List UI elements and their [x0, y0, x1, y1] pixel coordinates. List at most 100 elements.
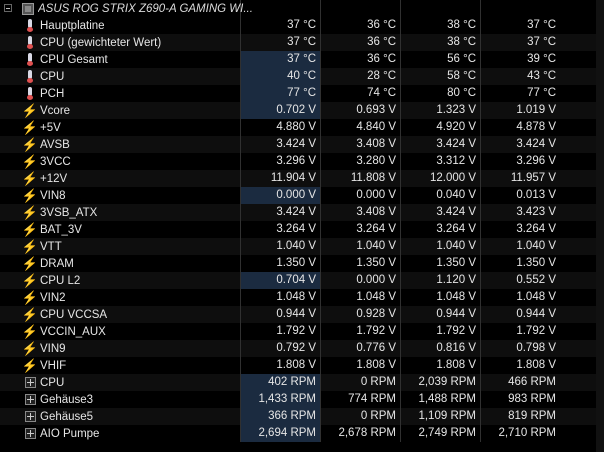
- sensor-row[interactable]: ⚡ CPU VCCSA 0.944 V 0.928 V 0.944 V 0.944 V: [0, 306, 604, 323]
- value-current: 402 RPM: [240, 374, 320, 391]
- value-current: 37 °C: [240, 51, 320, 68]
- value-current: 1.792 V: [240, 323, 320, 340]
- sensor-label: Vcore: [40, 104, 71, 117]
- sensor-row[interactable]: ⚡ DRAM 1.350 V 1.350 V 1.350 V 1.350 V: [0, 255, 604, 272]
- sensor-row[interactable]: ⚡ +12V 11.904 V 11.808 V 12.000 V 11.957 V: [0, 170, 604, 187]
- value-current: 3.424 V: [240, 204, 320, 221]
- sensor-row[interactable]: CPU Gesamt 37 °C 36 °C 56 °C 39 °C: [0, 51, 604, 68]
- sensor-row[interactable]: ⚡ CPU L2 0.704 V 0.000 V 1.120 V 0.552 V: [0, 272, 604, 289]
- value-max: 0.816 V: [400, 340, 480, 357]
- device-header-row[interactable]: ASUS ROG STRIX Z690-A GAMING WI...: [0, 0, 604, 17]
- value-max: 80 °C: [400, 85, 480, 102]
- sensor-name-cell: Hauptplatine: [0, 17, 240, 34]
- lightning-bolt-icon: ⚡: [21, 290, 39, 305]
- lightning-bolt-icon: ⚡: [21, 137, 39, 152]
- sensor-label: VHIF: [40, 359, 67, 372]
- sensor-name-cell: Gehäuse5: [0, 408, 240, 425]
- sensor-row[interactable]: AIO Pumpe 2,694 RPM 2,678 RPM 2,749 RPM 2,71…: [0, 425, 604, 442]
- sensor-label: AVSB: [40, 138, 70, 151]
- header-col-avg: [480, 0, 560, 17]
- sensor-label: VTT: [40, 240, 62, 253]
- value-avg: 43 °C: [480, 68, 560, 85]
- sensor-row[interactable]: ⚡ VIN9 0.792 V 0.776 V 0.816 V 0.798 V: [0, 340, 604, 357]
- value-max: 2,749 RPM: [400, 425, 480, 442]
- value-avg: 1.808 V: [480, 357, 560, 374]
- sensor-label: Gehäuse3: [40, 393, 94, 406]
- value-avg: 39 °C: [480, 51, 560, 68]
- sensor-row[interactable]: ⚡ 3VSB_ATX 3.424 V 3.408 V 3.424 V 3.423 V: [0, 204, 604, 221]
- value-current: 11.904 V: [240, 170, 320, 187]
- value-max: 1,109 RPM: [400, 408, 480, 425]
- sensor-row[interactable]: CPU 402 RPM 0 RPM 2,039 RPM 466 RPM: [0, 374, 604, 391]
- value-max: 3.312 V: [400, 153, 480, 170]
- sensor-label: CPU: [40, 376, 65, 389]
- sensor-label: BAT_3V: [40, 223, 82, 236]
- lightning-bolt-icon: ⚡: [21, 239, 39, 254]
- value-min: 0 RPM: [320, 408, 400, 425]
- value-max: 3.424 V: [400, 136, 480, 153]
- sensor-row[interactable]: ⚡ +5V 4.880 V 4.840 V 4.920 V 4.878 V: [0, 119, 604, 136]
- sensor-row[interactable]: ⚡ VIN8 0.000 V 0.000 V 0.040 V 0.013 V: [0, 187, 604, 204]
- header-col-max: [400, 0, 480, 17]
- device-name-cell: ASUS ROG STRIX Z690-A GAMING WI...: [0, 0, 253, 17]
- value-current: 1.040 V: [240, 238, 320, 255]
- value-max: 12.000 V: [400, 170, 480, 187]
- sensor-label: 3VCC: [40, 155, 71, 168]
- sensor-row[interactable]: ⚡ Vcore 0.702 V 0.693 V 1.323 V 1.019 V: [0, 102, 604, 119]
- value-min: 0 RPM: [320, 374, 400, 391]
- value-max: 1.350 V: [400, 255, 480, 272]
- sensor-row[interactable]: Gehäuse3 1,433 RPM 774 RPM 1,488 RPM 983 RPM: [0, 391, 604, 408]
- value-min: 0.000 V: [320, 187, 400, 204]
- sensor-label: +5V: [40, 121, 61, 134]
- sensor-row[interactable]: Hauptplatine 37 °C 36 °C 38 °C 37 °C: [0, 17, 604, 34]
- sensor-row[interactable]: PCH 77 °C 74 °C 80 °C 77 °C: [0, 85, 604, 102]
- sensor-label: VIN9: [40, 342, 66, 355]
- value-min: 0.928 V: [320, 306, 400, 323]
- value-current: 77 °C: [240, 85, 320, 102]
- value-min: 1.040 V: [320, 238, 400, 255]
- value-max: 1.792 V: [400, 323, 480, 340]
- thermometer-icon: [22, 34, 38, 51]
- value-min: 774 RPM: [320, 391, 400, 408]
- value-avg: 1.040 V: [480, 238, 560, 255]
- value-avg: 2,710 RPM: [480, 425, 560, 442]
- sensor-name-cell: CPU (gewichteter Wert): [0, 34, 240, 51]
- value-min: 11.808 V: [320, 170, 400, 187]
- sensor-row[interactable]: CPU 40 °C 28 °C 58 °C 43 °C: [0, 68, 604, 85]
- sensor-row[interactable]: ⚡ 3VCC 3.296 V 3.280 V 3.312 V 3.296 V: [0, 153, 604, 170]
- fan-icon: [22, 391, 38, 408]
- sensor-row[interactable]: ⚡ VHIF 1.808 V 1.808 V 1.808 V 1.808 V: [0, 357, 604, 374]
- sensor-row[interactable]: ⚡ VIN2 1.048 V 1.048 V 1.048 V 1.048 V: [0, 289, 604, 306]
- value-min: 1.792 V: [320, 323, 400, 340]
- value-avg: 819 RPM: [480, 408, 560, 425]
- value-max: 0.040 V: [400, 187, 480, 204]
- collapse-icon[interactable]: [4, 4, 12, 12]
- value-avg: 3.424 V: [480, 136, 560, 153]
- sensor-label: CPU: [40, 70, 65, 83]
- value-max: 38 °C: [400, 17, 480, 34]
- sensor-row[interactable]: CPU (gewichteter Wert) 37 °C 36 °C 38 °C 37 …: [0, 34, 604, 51]
- sensor-label: CPU L2: [40, 274, 81, 287]
- sensor-name-cell: ⚡ VHIF: [0, 357, 240, 374]
- value-avg: 1.350 V: [480, 255, 560, 272]
- sensor-row[interactable]: ⚡ AVSB 3.424 V 3.408 V 3.424 V 3.424 V: [0, 136, 604, 153]
- lightning-bolt-icon: ⚡: [21, 256, 39, 271]
- value-avg: 4.878 V: [480, 119, 560, 136]
- value-min: 0.776 V: [320, 340, 400, 357]
- fan-icon: [22, 374, 38, 391]
- sensor-name-cell: ⚡ BAT_3V: [0, 221, 240, 238]
- value-avg: 11.957 V: [480, 170, 560, 187]
- sensor-name-cell: CPU Gesamt: [0, 51, 240, 68]
- sensor-name-cell: ⚡ 3VCC: [0, 153, 240, 170]
- lightning-bolt-icon: ⚡: [21, 324, 39, 339]
- sensor-row[interactable]: ⚡ VCCIN_AUX 1.792 V 1.792 V 1.792 V 1.792 V: [0, 323, 604, 340]
- sensor-row[interactable]: Gehäuse5 366 RPM 0 RPM 1,109 RPM 819 RPM: [0, 408, 604, 425]
- sensor-name-cell: CPU: [0, 374, 240, 391]
- vertical-scrollbar[interactable]: [596, 0, 604, 452]
- sensor-row[interactable]: ⚡ VTT 1.040 V 1.040 V 1.040 V 1.040 V: [0, 238, 604, 255]
- value-min: 3.264 V: [320, 221, 400, 238]
- value-min: 36 °C: [320, 17, 400, 34]
- fan-icon: [22, 408, 38, 425]
- sensor-row[interactable]: ⚡ BAT_3V 3.264 V 3.264 V 3.264 V 3.264 V: [0, 221, 604, 238]
- value-current: 0.000 V: [240, 187, 320, 204]
